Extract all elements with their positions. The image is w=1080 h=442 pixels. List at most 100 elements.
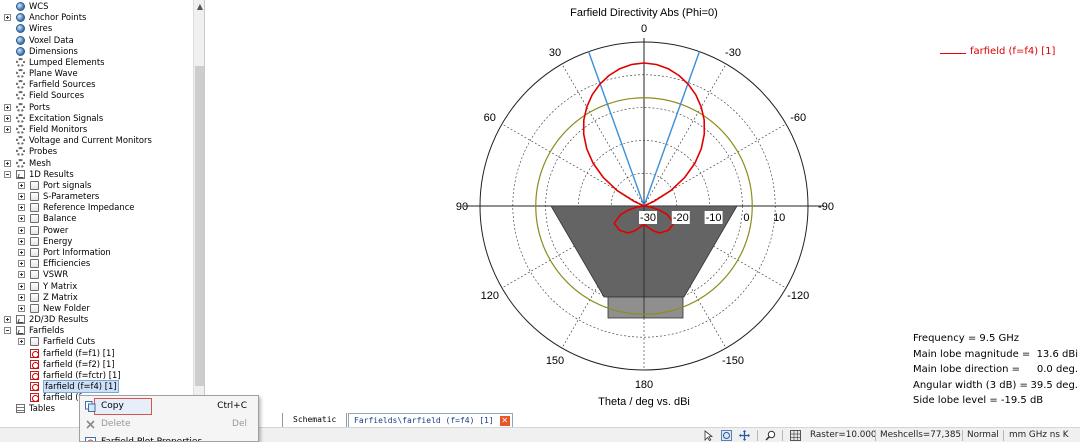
tree-item-label: Farfield Cuts [43, 336, 96, 347]
tree-item[interactable]: Balance [0, 213, 193, 224]
tree-expand-icon[interactable] [18, 204, 25, 212]
folder-icon [30, 203, 39, 213]
section-base [607, 296, 684, 319]
tab-farfield-f4[interactable]: Farfields\farfield (f=f4) [1] ✕ [348, 413, 513, 427]
tree-expand-icon[interactable] [4, 14, 11, 22]
sphere-icon [16, 13, 25, 23]
gear-icon [16, 69, 25, 79]
stat-row: Frequency = 9.5 GHz [913, 331, 1078, 347]
tree-item[interactable]: Dimensions [0, 46, 193, 57]
tree-item[interactable]: Energy [0, 236, 193, 247]
tree-item[interactable]: Probes [0, 146, 193, 157]
tree-collapse-icon[interactable] [4, 327, 11, 335]
tree-vertical-scrollbar[interactable]: ▲ [193, 0, 204, 428]
tree-expand-icon[interactable] [18, 237, 25, 245]
tree-expand-icon[interactable] [18, 304, 25, 312]
stat-row: Main lobe magnitude = 13.6 dBi [913, 347, 1078, 363]
tree-item[interactable]: Farfields [0, 325, 193, 336]
tree-item[interactable]: farfield (f=f2) [1] [0, 359, 193, 370]
units-readout[interactable]: mm GHz ns K [1009, 430, 1069, 440]
tree-item[interactable]: New Folder [0, 303, 193, 314]
tree-item[interactable]: S-Parameters [0, 191, 193, 202]
mode-readout[interactable]: Normal [967, 430, 999, 440]
pointer-icon[interactable] [703, 430, 714, 441]
tree-item-label: Farfields [29, 325, 65, 336]
tree-item[interactable]: Reference Impedance [0, 202, 193, 213]
tree-expand-icon[interactable] [18, 226, 25, 234]
tree-item[interactable]: Port Information [0, 247, 193, 258]
tree-item[interactable]: Field Monitors [0, 124, 193, 135]
tree-expand-icon[interactable] [18, 260, 25, 268]
tree-item[interactable]: Farfield Sources [0, 79, 193, 90]
menu-item-farfield-plot-properties[interactable]: Farfield Plot Properties [81, 434, 257, 441]
tree-item[interactable]: Wires [0, 23, 193, 34]
tree-item[interactable]: 2D/3D Results [0, 314, 193, 325]
stat-row: Angular width (3 dB) = 39.5 deg. [913, 378, 1078, 394]
tree-item[interactable]: WCS [0, 1, 193, 12]
tree-item[interactable]: Plane Wave [0, 68, 193, 79]
status-separator [1003, 430, 1004, 441]
angle-tick-label: -120 [787, 290, 809, 302]
tree-item[interactable]: Mesh [0, 158, 193, 169]
tree-expand-icon[interactable] [18, 293, 25, 301]
tree-expand-icon[interactable] [18, 215, 25, 223]
tree-item[interactable]: farfield (f=f1) [1] [0, 348, 193, 359]
tree-expand-icon[interactable] [4, 114, 11, 122]
tree-expand-icon[interactable] [4, 316, 11, 324]
menu-item-copy-shortcut: Ctrl+C [217, 401, 247, 411]
tree-expand-icon[interactable] [18, 193, 25, 201]
tree-item[interactable]: Efficiencies [0, 258, 193, 269]
tree-item[interactable]: farfield (f=f4) [1] [0, 380, 193, 394]
tree-expand-icon[interactable] [18, 338, 25, 346]
radial-tick-label: -20 [673, 212, 689, 224]
tree-collapse-icon[interactable] [4, 170, 11, 178]
document-tab-bar: Schematic Farfields\farfield (f=f4) [1] … [262, 413, 1080, 427]
folder-icon [30, 192, 39, 202]
menu-item-copy[interactable]: Copy Ctrl+C [81, 398, 257, 415]
tree-item[interactable]: Voltage and Current Monitors [0, 135, 193, 146]
stat-label: Side lobe level = -19.5 dB [913, 395, 1044, 407]
tree-item[interactable]: Anchor Points [0, 12, 193, 23]
tree-expand-icon[interactable] [18, 248, 25, 256]
tree-item[interactable]: Field Sources [0, 90, 193, 101]
folder-icon [30, 337, 39, 347]
tree-expand-icon[interactable] [4, 125, 11, 133]
tree-item[interactable]: Excitation Signals [0, 113, 193, 124]
tree-scroll-thumb[interactable] [195, 66, 204, 386]
tree-expand-icon[interactable] [18, 181, 25, 189]
tree-item[interactable]: VSWR [0, 269, 193, 280]
tree-item-label: farfield (f=f2) [1] [43, 358, 115, 369]
gear-icon [16, 80, 25, 90]
rotate-view-icon[interactable] [721, 430, 732, 441]
raster-grid-icon[interactable] [790, 430, 801, 441]
tab-close-icon[interactable]: ✕ [499, 416, 510, 426]
tree-item-label: Probes [29, 146, 58, 157]
tree-item[interactable]: 1D Results [0, 169, 193, 180]
ff-icon [30, 393, 39, 403]
tree-item[interactable]: Voxel Data [0, 35, 193, 46]
tree-item[interactable]: Y Matrix [0, 281, 193, 292]
gear-icon [16, 113, 25, 123]
tree-item-label: farfield (f=f1) [1] [43, 347, 115, 358]
tree-item-label: Farfield Sources [29, 79, 96, 90]
zoom-icon[interactable] [765, 430, 776, 441]
tree-expand-icon[interactable] [18, 282, 25, 290]
tree-expand-icon[interactable] [18, 271, 25, 279]
pan-icon[interactable] [739, 430, 750, 441]
scroll-up-arrow-icon[interactable]: ▲ [194, 0, 204, 14]
tree-item[interactable]: Ports [0, 102, 193, 113]
tree-item[interactable]: Lumped Elements [0, 57, 193, 68]
delete-icon [86, 420, 95, 429]
tree-expand-icon[interactable] [4, 103, 11, 111]
tree-item[interactable]: Port signals [0, 180, 193, 191]
tree-expand-icon[interactable] [4, 159, 11, 167]
stat-label: Main lobe magnitude = [913, 348, 1031, 360]
tree-item[interactable]: Z Matrix [0, 292, 193, 303]
tree-item[interactable]: Farfield Cuts [0, 336, 193, 347]
tree-item-label: Anchor Points [29, 12, 87, 23]
tree-item[interactable]: Power [0, 225, 193, 236]
folder-icon [30, 270, 39, 280]
tab-schematic[interactable]: Schematic [282, 413, 348, 427]
tree-item-label: VSWR [43, 269, 69, 280]
menu-item-delete[interactable]: Delete Del [81, 416, 257, 433]
